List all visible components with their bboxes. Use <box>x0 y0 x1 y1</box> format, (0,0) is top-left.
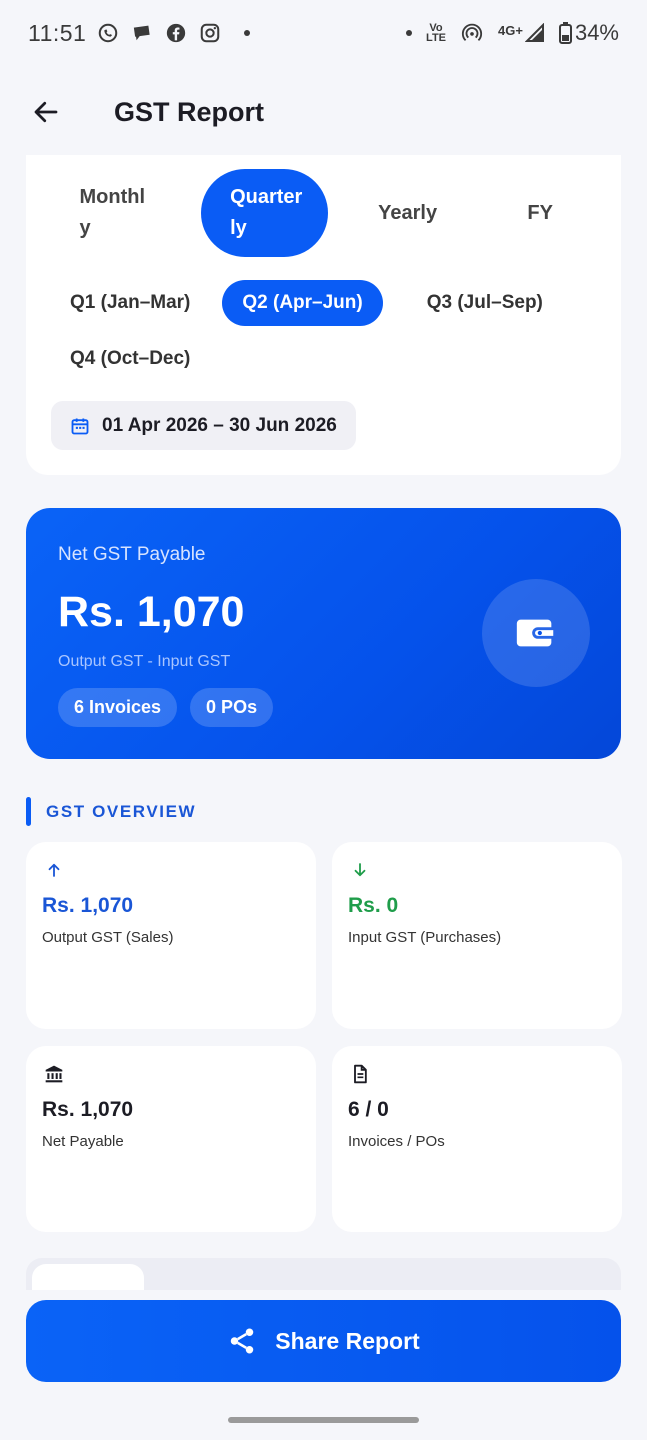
whatsapp-icon <box>96 21 120 45</box>
tab-monthly-line2: y <box>79 217 91 239</box>
quarter-chip-q2[interactable]: Q2 (Apr–Jun) <box>222 280 383 326</box>
home-indicator[interactable] <box>228 1417 419 1423</box>
chat-bubble-icon <box>130 21 154 45</box>
net-gst-card: Net GST Payable Rs. 1,070 Output GST - I… <box>26 508 621 759</box>
status-right: Vo LTE 4G+ 34% <box>406 20 619 46</box>
indicator-dot <box>406 30 413 36</box>
date-range-text: 01 Apr 2026 – 30 Jun 2026 <box>102 414 337 436</box>
quarter-chip-q3[interactable]: Q3 (Jul–Sep) <box>407 280 563 326</box>
share-report-label: Share Report <box>275 1327 420 1354</box>
share-report-button[interactable]: Share Report <box>26 1300 621 1382</box>
input-gst-value: Rs. 0 <box>348 894 399 917</box>
status-left: 11:51 <box>28 19 251 47</box>
net-gst-amount: Rs. 1,070 <box>58 588 245 636</box>
facebook-icon <box>164 21 188 45</box>
tab-monthly-line1: Monthl <box>79 186 145 208</box>
input-gst-label: Input GST (Purchases) <box>348 929 502 946</box>
tab-fy-label: FY <box>527 201 553 224</box>
period-card: Monthl y Quarter ly Yearly FY Q1 (Jan–Mar)… <box>26 155 621 475</box>
wallet-badge <box>482 579 590 687</box>
output-gst-value: Rs. 1,070 <box>42 894 134 917</box>
pos-chip: 0 POs <box>190 688 274 727</box>
output-gst-label: Output GST (Sales) <box>42 929 174 946</box>
status-bar: 11:51 Vo LTE 4G+ 34% <box>0 0 647 66</box>
status-time: 11:51 <box>28 19 87 46</box>
details-tab-strip <box>26 1258 621 1290</box>
volte-indicator: Vo LTE <box>426 23 447 44</box>
details-tab-active[interactable] <box>32 1264 144 1290</box>
section-accent-bar <box>26 797 31 826</box>
signal-icon <box>524 23 544 42</box>
net-payable-label: Net Payable <box>42 1133 124 1150</box>
network-type: 4G+ <box>498 23 523 38</box>
quarter-chip-q1[interactable]: Q1 (Jan–Mar) <box>50 280 210 326</box>
instagram-icon <box>198 21 222 45</box>
document-icon <box>348 1062 372 1086</box>
battery-level: 34% <box>574 20 619 45</box>
quarter-row-2: Q4 (Oct–Dec) <box>50 336 610 382</box>
battery-indicator: 34% <box>558 20 619 46</box>
battery-icon <box>558 22 572 44</box>
invoices-pos-label: Invoices / POs <box>348 1133 445 1150</box>
arrow-down-icon <box>348 858 372 882</box>
stat-card-invoices-pos: 6 / 0 Invoices / POs <box>332 1046 622 1232</box>
tab-quarterly-line2: ly <box>230 217 247 239</box>
gst-overview-header: GST OVERVIEW <box>26 797 196 826</box>
app-bar: GST Report <box>0 80 647 144</box>
arrow-left-icon <box>34 101 58 123</box>
network-indicator: 4G+ <box>498 23 545 43</box>
tab-yearly[interactable]: Yearly <box>348 169 467 257</box>
stat-card-output-gst: Rs. 1,070 Output GST (Sales) <box>26 842 316 1029</box>
volte-bottom: LTE <box>426 32 447 44</box>
back-button[interactable] <box>28 94 64 130</box>
share-icon <box>231 1328 254 1354</box>
net-gst-formula: Output GST - Input GST <box>58 653 231 670</box>
wallet-icon <box>516 619 554 647</box>
net-payable-value: Rs. 1,070 <box>42 1098 134 1121</box>
invoices-pos-value: 6 / 0 <box>348 1098 389 1121</box>
tab-quarterly-line1: Quarter <box>230 186 303 208</box>
quarter-row-1: Q1 (Jan–Mar) Q2 (Apr–Jun) Q3 (Jul–Sep) <box>50 280 610 326</box>
net-gst-chips: 6 Invoices 0 POs <box>58 688 274 727</box>
date-range-chip[interactable]: 01 Apr 2026 – 30 Jun 2026 <box>51 401 356 450</box>
quarter-chip-q4[interactable]: Q4 (Oct–Dec) <box>50 336 210 382</box>
arrow-up-icon <box>42 858 66 882</box>
bank-icon <box>42 1062 66 1086</box>
stat-card-input-gst: Rs. 0 Input GST (Purchases) <box>332 842 622 1029</box>
calendar-icon <box>71 418 89 434</box>
tab-yearly-label: Yearly <box>378 201 438 224</box>
invoices-chip: 6 Invoices <box>58 688 178 727</box>
tab-quarterly[interactable]: Quarter ly <box>201 169 328 257</box>
hotspot-icon <box>460 21 484 45</box>
net-gst-label: Net GST Payable <box>58 544 206 565</box>
tab-fy[interactable]: FY <box>495 169 585 257</box>
notification-dot <box>244 30 251 36</box>
stat-card-net-payable: Rs. 1,070 Net Payable <box>26 1046 316 1232</box>
tab-monthly[interactable]: Monthl y <box>52 169 169 257</box>
period-tabs: Monthl y Quarter ly Yearly FY <box>52 169 597 257</box>
page-title: GST Report <box>114 96 265 127</box>
section-title: GST OVERVIEW <box>46 801 197 821</box>
